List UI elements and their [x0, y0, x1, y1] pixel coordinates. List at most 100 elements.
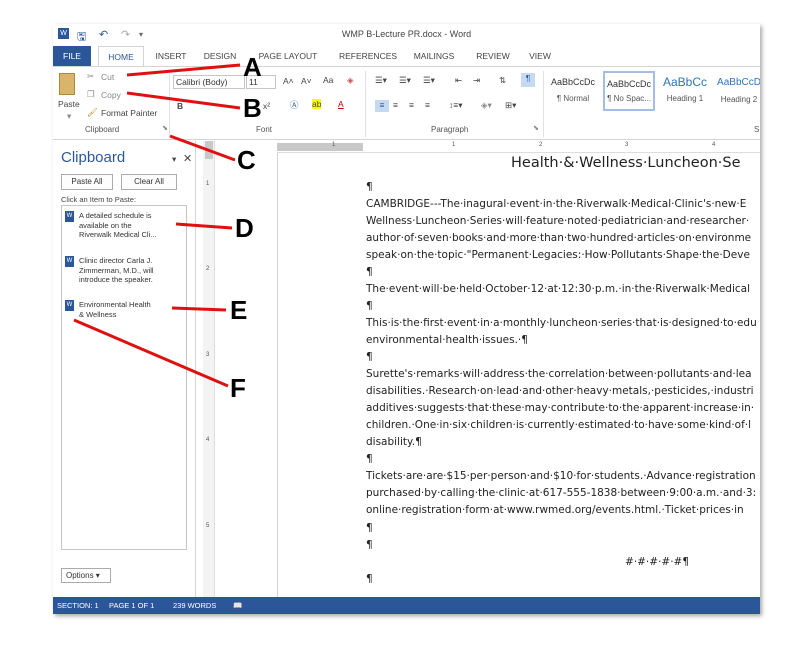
pane-options-icon[interactable]: ▾: [172, 154, 176, 165]
ruler-tick: 4: [712, 142, 716, 148]
word-doc-icon: W: [65, 211, 74, 222]
annotation-label-a: A: [243, 52, 262, 82]
style-sample: AaBbCcDc: [606, 79, 651, 89]
font-name-box[interactable]: Calibri (Body): [173, 75, 245, 89]
style-name: ¶ No Spac...: [607, 94, 651, 103]
document-line: Surette's·remarks·will·address·the·corre…: [366, 368, 752, 380]
page-indicator[interactable]: PAGE 1 OF 1: [109, 601, 154, 610]
cut-button[interactable]: Cut: [101, 72, 114, 82]
style-name: Heading 2: [720, 95, 758, 104]
ruler-tick: 2: [539, 142, 543, 148]
ribbon: Paste ▾ ✂ Cut ❐ Copy 🖌 Format Painter Cl…: [53, 66, 760, 140]
show-marks-icon[interactable]: ¶: [521, 73, 535, 87]
document-line: ¶: [366, 539, 373, 551]
font-color-icon[interactable]: A: [338, 99, 344, 109]
paste-icon[interactable]: [59, 73, 75, 95]
document-line: This·is·the·first·event·in·a·monthly·lun…: [366, 317, 757, 329]
bold-button[interactable]: B: [177, 101, 183, 111]
clipboard-item[interactable]: W Environmental Health & Wellness: [65, 300, 183, 322]
ruler-tick: 3: [625, 142, 629, 148]
align-center-icon[interactable]: ≡: [393, 100, 398, 110]
document-line: disabilities.·Research·on·lead·and·other…: [366, 385, 754, 397]
horizontal-ruler[interactable]: 1 1 2 3 4: [277, 141, 760, 153]
style-no-spacing[interactable]: AaBbCcDc ¶ No Spac...: [603, 71, 655, 111]
multilevel-list-icon[interactable]: ☰▾: [423, 75, 435, 86]
vertical-ruler[interactable]: 1 2 3 4 5: [203, 141, 215, 597]
ruler-tick: 1: [206, 181, 210, 187]
superscript-button[interactable]: x²: [263, 101, 270, 111]
document-line: speak·on·the·topic·"Permanent·Legacies:·…: [366, 249, 750, 261]
clipboard-launcher-icon[interactable]: ⬊: [162, 124, 168, 132]
change-case-icon[interactable]: Aa: [323, 75, 333, 85]
justify-icon[interactable]: ≡: [425, 100, 430, 110]
ribbon-tabs: FILE HOME INSERT DESIGN PAGE LAYOUT REFE…: [53, 46, 760, 66]
clipboard-group-label: Clipboard: [85, 125, 120, 134]
tab-review[interactable]: REVIEW: [471, 46, 515, 66]
tab-design[interactable]: DESIGN: [198, 46, 242, 66]
align-right-icon[interactable]: ≡: [409, 100, 414, 110]
item-line: Environmental Health: [79, 300, 151, 309]
document-page[interactable]: Health·&·Wellness·Luncheon·Se ¶ CAMBRIDG…: [277, 153, 760, 597]
clear-all-button[interactable]: Clear All: [121, 174, 177, 190]
group-divider: [169, 71, 170, 137]
shading-icon[interactable]: ◈▾: [481, 100, 492, 111]
tab-home[interactable]: HOME: [98, 46, 144, 66]
group-divider: [543, 71, 544, 137]
bullets-icon[interactable]: ☰▾: [375, 75, 387, 86]
clipboard-item-text: Clinic director Carla J. Zimmerman, M.D.…: [79, 256, 183, 285]
clipboard-item[interactable]: W Clinic director Carla J. Zimmerman, M.…: [65, 256, 183, 288]
styles-group-label: S: [754, 125, 760, 134]
ruler-tick: 5: [206, 523, 210, 529]
document-line: ¶: [366, 522, 373, 534]
cut-icon: ✂: [87, 71, 95, 81]
style-heading-2[interactable]: AaBbCcD Heading 2: [713, 71, 760, 111]
paragraph-launcher-icon[interactable]: ⬊: [533, 124, 539, 132]
style-normal[interactable]: AaBbCcDc ¶ Normal: [547, 71, 599, 111]
document-line: ¶: [366, 266, 373, 278]
document-line: ¶: [366, 453, 373, 465]
increase-indent-icon[interactable]: ⇥: [473, 75, 480, 86]
item-line: available on the: [79, 220, 132, 230]
close-pane-icon[interactable]: ✕: [183, 152, 192, 165]
ruler-tick: 3: [206, 352, 210, 358]
paste-all-button[interactable]: Paste All: [61, 174, 113, 190]
sort-icon[interactable]: ⇅: [499, 75, 506, 86]
clear-formatting-icon[interactable]: ◈: [347, 75, 354, 86]
shrink-font-icon[interactable]: A˅: [301, 76, 312, 86]
tab-references[interactable]: REFERENCES: [336, 46, 400, 66]
tab-file[interactable]: FILE: [53, 46, 91, 66]
document-line: environmental·health·issues.·¶: [366, 334, 528, 346]
tab-insert[interactable]: INSERT: [149, 46, 193, 66]
section-indicator[interactable]: SECTION: 1: [57, 601, 99, 610]
clipboard-item-list: W A detailed schedule is available on th…: [61, 205, 187, 550]
borders-icon[interactable]: ⊞▾: [505, 100, 516, 111]
word-count[interactable]: 239 WORDS: [173, 601, 216, 610]
clipboard-item[interactable]: W A detailed schedule is available on th…: [65, 211, 183, 243]
align-left-icon[interactable]: ≡: [375, 100, 389, 112]
text-effects-icon[interactable]: Ⓐ: [290, 99, 299, 111]
copy-button[interactable]: Copy: [101, 90, 121, 100]
style-heading-1[interactable]: AaBbCc Heading 1: [659, 71, 711, 111]
options-button[interactable]: Options ▾: [61, 568, 111, 583]
grow-font-icon[interactable]: A˄: [283, 76, 294, 86]
numbering-icon[interactable]: ☰▾: [399, 75, 411, 86]
document-line: online·registration·form·at·www.rwmed.or…: [366, 504, 744, 516]
title-bar: W 🖫 ↶ ↷ ▾ WMP B-Lecture PR.docx - Word: [53, 24, 760, 46]
item-line: A detailed schedule is: [79, 211, 152, 220]
document-line: #·#·#·#·#¶: [625, 556, 690, 568]
tab-mailings[interactable]: MAILINGS: [409, 46, 459, 66]
annotation-label-e: E: [230, 295, 248, 325]
document-line: children.·One·in·six·children·is·current…: [366, 419, 752, 431]
highlight-icon[interactable]: ab: [312, 99, 322, 109]
line-spacing-icon[interactable]: ↕≡▾: [449, 100, 462, 111]
document-line: CAMBRIDGE---The·inagural·event·in·the·Ri…: [366, 198, 747, 210]
tab-page-layout[interactable]: PAGE LAYOUT: [252, 46, 324, 66]
proofing-icon[interactable]: 📖: [233, 601, 242, 610]
paste-dropdown-icon[interactable]: ▾: [67, 111, 71, 122]
paste-button[interactable]: Paste: [58, 99, 80, 109]
clipboard-pane: Clipboard ▾ ✕ Paste All Clear All Click …: [53, 141, 196, 597]
decrease-indent-icon[interactable]: ⇤: [455, 75, 462, 86]
group-divider: [365, 71, 366, 137]
format-painter-button[interactable]: Format Painter: [101, 108, 157, 118]
tab-view[interactable]: VIEW: [523, 46, 557, 66]
